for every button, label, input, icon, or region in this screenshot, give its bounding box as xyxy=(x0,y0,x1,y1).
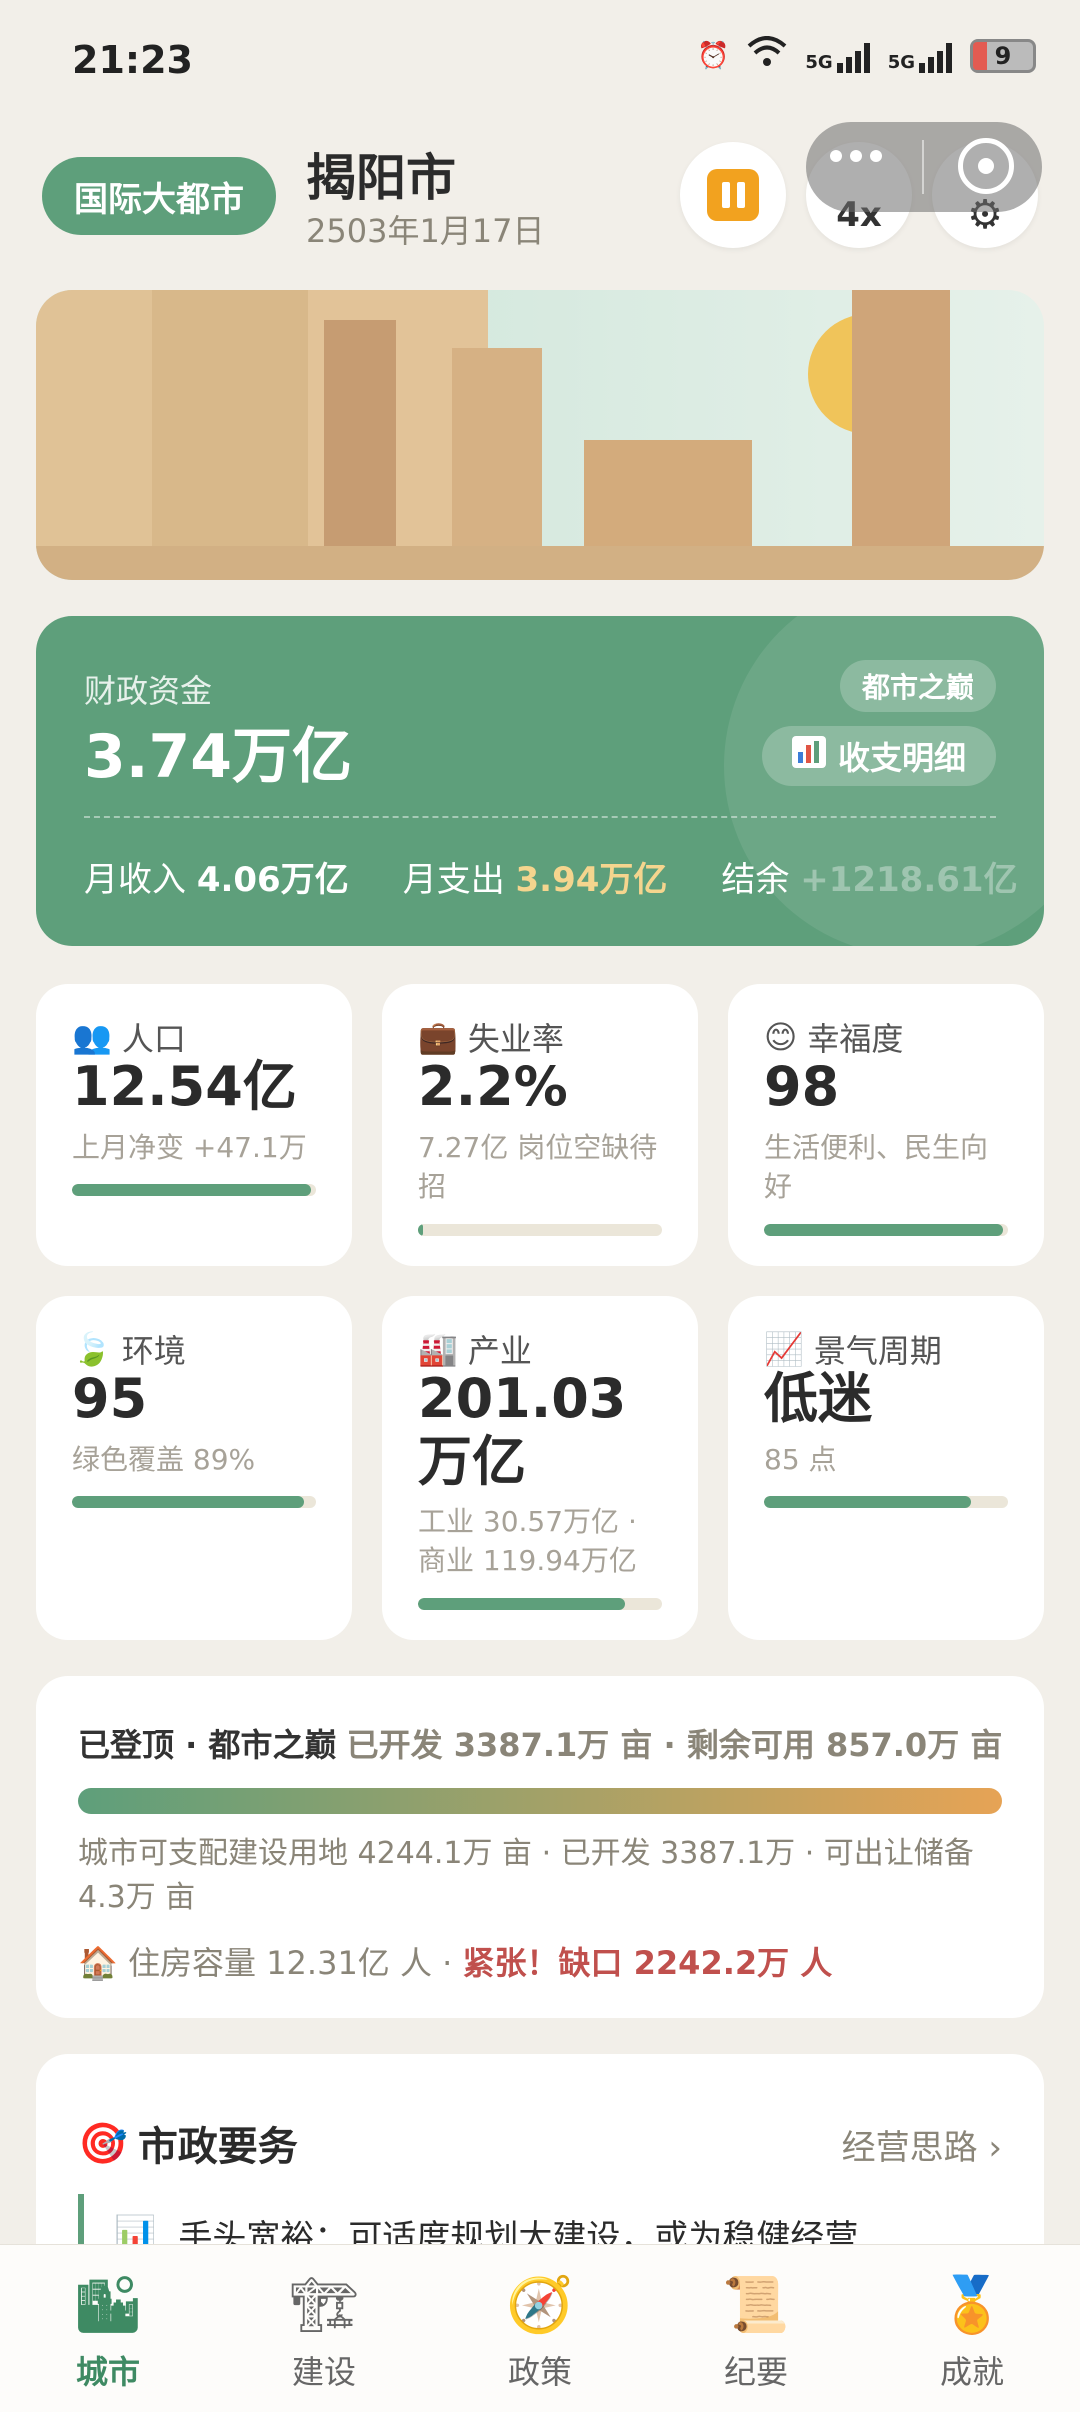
stat-progress xyxy=(764,1496,1008,1508)
stat-sub: 85 点 xyxy=(764,1443,837,1476)
crane-icon: 🏗 xyxy=(289,2273,359,2336)
unemployment-card[interactable]: 💼 失业率 2.2% 7.27亿 岗位空缺待招 xyxy=(382,984,698,1266)
rank-badge[interactable]: 国际大都市 xyxy=(42,157,276,235)
more-icon[interactable] xyxy=(830,150,882,162)
finance-summary-row: 月收入 4.06万亿 月支出 3.94万亿 结余 +1218.61亿 xyxy=(84,852,1018,901)
stat-progress xyxy=(72,1184,316,1196)
signal-icon xyxy=(919,39,952,73)
land-card: 已登顶 · 都市之巅 已开发 3387.1万 亩 · 剩余可用 857.0万 亩… xyxy=(36,1676,1044,2018)
land-title-rest: 已开发 3387.1万 亩 · 剩余可用 857.0万 亩 xyxy=(346,1726,1003,1764)
stat-progress xyxy=(72,1496,316,1508)
detail-button-label: 收支明细 xyxy=(837,739,966,777)
close-miniprogram-icon[interactable] xyxy=(958,138,1014,194)
city-name: 揭阳市 xyxy=(306,149,456,207)
pause-icon xyxy=(707,169,759,221)
housing-alert: 紧张！缺口 2242.2万 人 xyxy=(462,1944,833,1982)
finance-value: 3.74万亿 xyxy=(84,722,353,792)
network-label: 5G xyxy=(805,51,833,73)
stat-value: 低迷 xyxy=(764,1367,872,1430)
city-icon: 🏙 xyxy=(73,2273,143,2336)
balance-label: 结余 xyxy=(721,860,790,900)
briefcase-icon: 💼 xyxy=(418,1018,458,1056)
land-title: 已登顶 · 都市之巅 已开发 3387.1万 亩 · 剩余可用 857.0万 亩 xyxy=(78,1720,1002,1766)
stat-progress xyxy=(764,1224,1008,1236)
land-progress-bar xyxy=(78,1788,1002,1814)
factory-icon: 🏭 xyxy=(418,1330,458,1368)
stat-value: 201.03万亿 xyxy=(418,1367,627,1493)
battery-icon: 9 xyxy=(970,38,1036,73)
stat-title: 失业率 xyxy=(467,1020,564,1058)
network-label: 5G xyxy=(887,51,915,73)
income-value: 4.06万亿 xyxy=(196,860,349,900)
status-icons: ⏰ 5G 5G 9 xyxy=(697,36,1036,75)
pause-button[interactable] xyxy=(680,142,786,248)
business-cycle-card[interactable]: 📈 景气周期 低迷 85 点 xyxy=(728,1296,1044,1640)
population-card[interactable]: 👥 人口 12.54亿 上月净变 +47.1万 xyxy=(36,984,352,1266)
nav-policy[interactable]: 🧭 政策 xyxy=(432,2245,648,2412)
housing-row: 🏠 住房容量 12.31亿 人 · 紧张！缺口 2242.2万 人 xyxy=(78,1938,832,1984)
stat-progress xyxy=(418,1598,662,1610)
nav-build[interactable]: 🏗 建设 xyxy=(216,2245,432,2412)
stat-sub: 生活便利、民生向好 xyxy=(764,1131,989,1204)
stat-sub: 上月净变 +47.1万 xyxy=(72,1131,307,1164)
nav-minutes[interactable]: 📜 纪要 xyxy=(648,2245,864,2412)
nav-label: 成就 xyxy=(939,2353,1004,2391)
industry-card[interactable]: 🏭 产业 201.03万亿 工业 30.57万亿 · 商业 119.94万亿 xyxy=(382,1296,698,1640)
stat-value: 12.54亿 xyxy=(72,1055,297,1118)
target-icon: 🎯 xyxy=(78,2120,128,2167)
stat-title: 产业 xyxy=(467,1332,532,1370)
stat-sub: 工业 30.57万亿 · 商业 119.94万亿 xyxy=(418,1505,637,1578)
stat-progress xyxy=(418,1224,662,1236)
balance-value: +1218.61亿 xyxy=(800,860,1018,900)
strategy-link[interactable]: 经营思路 › xyxy=(842,2120,1002,2169)
nav-label: 城市 xyxy=(75,2353,140,2391)
finance-label: 财政资金 xyxy=(84,672,213,710)
land-description: 城市可支配建设用地 4244.1万 亩 · 已开发 3387.1万 · 可出让储… xyxy=(78,1836,974,1915)
game-date: 2503年1月17日 xyxy=(306,212,545,250)
affairs-title: 市政要务 xyxy=(137,2124,298,2170)
stat-sub: 绿色覆盖 89% xyxy=(72,1443,256,1476)
nav-city[interactable]: 🏙 城市 xyxy=(0,2245,216,2412)
expense-value: 3.94万亿 xyxy=(515,860,668,900)
stat-value: 95 xyxy=(72,1367,148,1430)
bar-chart-icon xyxy=(791,736,826,776)
stat-value: 2.2% xyxy=(418,1055,568,1118)
income-expense-detail-button[interactable]: 收支明细 xyxy=(761,726,996,786)
nav-label: 政策 xyxy=(507,2353,572,2391)
bottom-nav: 🏙 城市 🏗 建设 🧭 政策 📜 纪要 🏅 成就 xyxy=(0,2244,1080,2412)
scroll-icon: 📜 xyxy=(722,2273,790,2336)
income-label: 月收入 xyxy=(84,860,186,900)
expense-label: 月支出 xyxy=(402,860,505,900)
housing-text: 住房容量 12.31亿 人 · xyxy=(128,1944,463,1982)
leaf-icon: 🍃 xyxy=(72,1330,112,1368)
stat-sub: 7.27亿 岗位空缺待招 xyxy=(418,1131,658,1204)
stat-title: 环境 xyxy=(121,1332,186,1370)
status-time: 21:23 xyxy=(72,38,193,82)
city-skyline-banner xyxy=(36,290,1044,580)
nav-label: 建设 xyxy=(291,2353,356,2391)
environment-card[interactable]: 🍃 环境 95 绿色覆盖 89% xyxy=(36,1296,352,1640)
nav-label: 纪要 xyxy=(723,2353,788,2391)
finance-card: 财政资金 3.74万亿 都市之巅 收支明细 月收入 4.06万亿 月支出 3.9… xyxy=(36,616,1044,946)
stat-value: 98 xyxy=(764,1055,840,1118)
smile-icon: 😊 xyxy=(764,1018,798,1056)
compass-icon: 🧭 xyxy=(506,2273,574,2336)
nav-achievements[interactable]: 🏅 成就 xyxy=(864,2245,1080,2412)
signal-icon xyxy=(836,39,870,73)
alarm-icon: ⏰ xyxy=(697,40,730,71)
people-icon: 👥 xyxy=(72,1018,112,1056)
wifi-icon xyxy=(747,36,787,75)
happiness-card[interactable]: 😊 幸福度 98 生活便利、民生向好 xyxy=(728,984,1044,1266)
stat-title: 景气周期 xyxy=(813,1332,942,1370)
medal-icon: 🏅 xyxy=(938,2273,1006,2336)
chart-up-icon: 📈 xyxy=(764,1330,804,1368)
miniprogram-capsule[interactable] xyxy=(806,122,1042,212)
land-title-bold: 已登顶 · 都市之巅 xyxy=(78,1726,337,1764)
city-tier-badge: 都市之巅 xyxy=(839,660,996,712)
house-icon: 🏠 xyxy=(78,1944,118,1982)
stat-title: 人口 xyxy=(121,1020,186,1058)
stat-title: 幸福度 xyxy=(807,1020,904,1058)
